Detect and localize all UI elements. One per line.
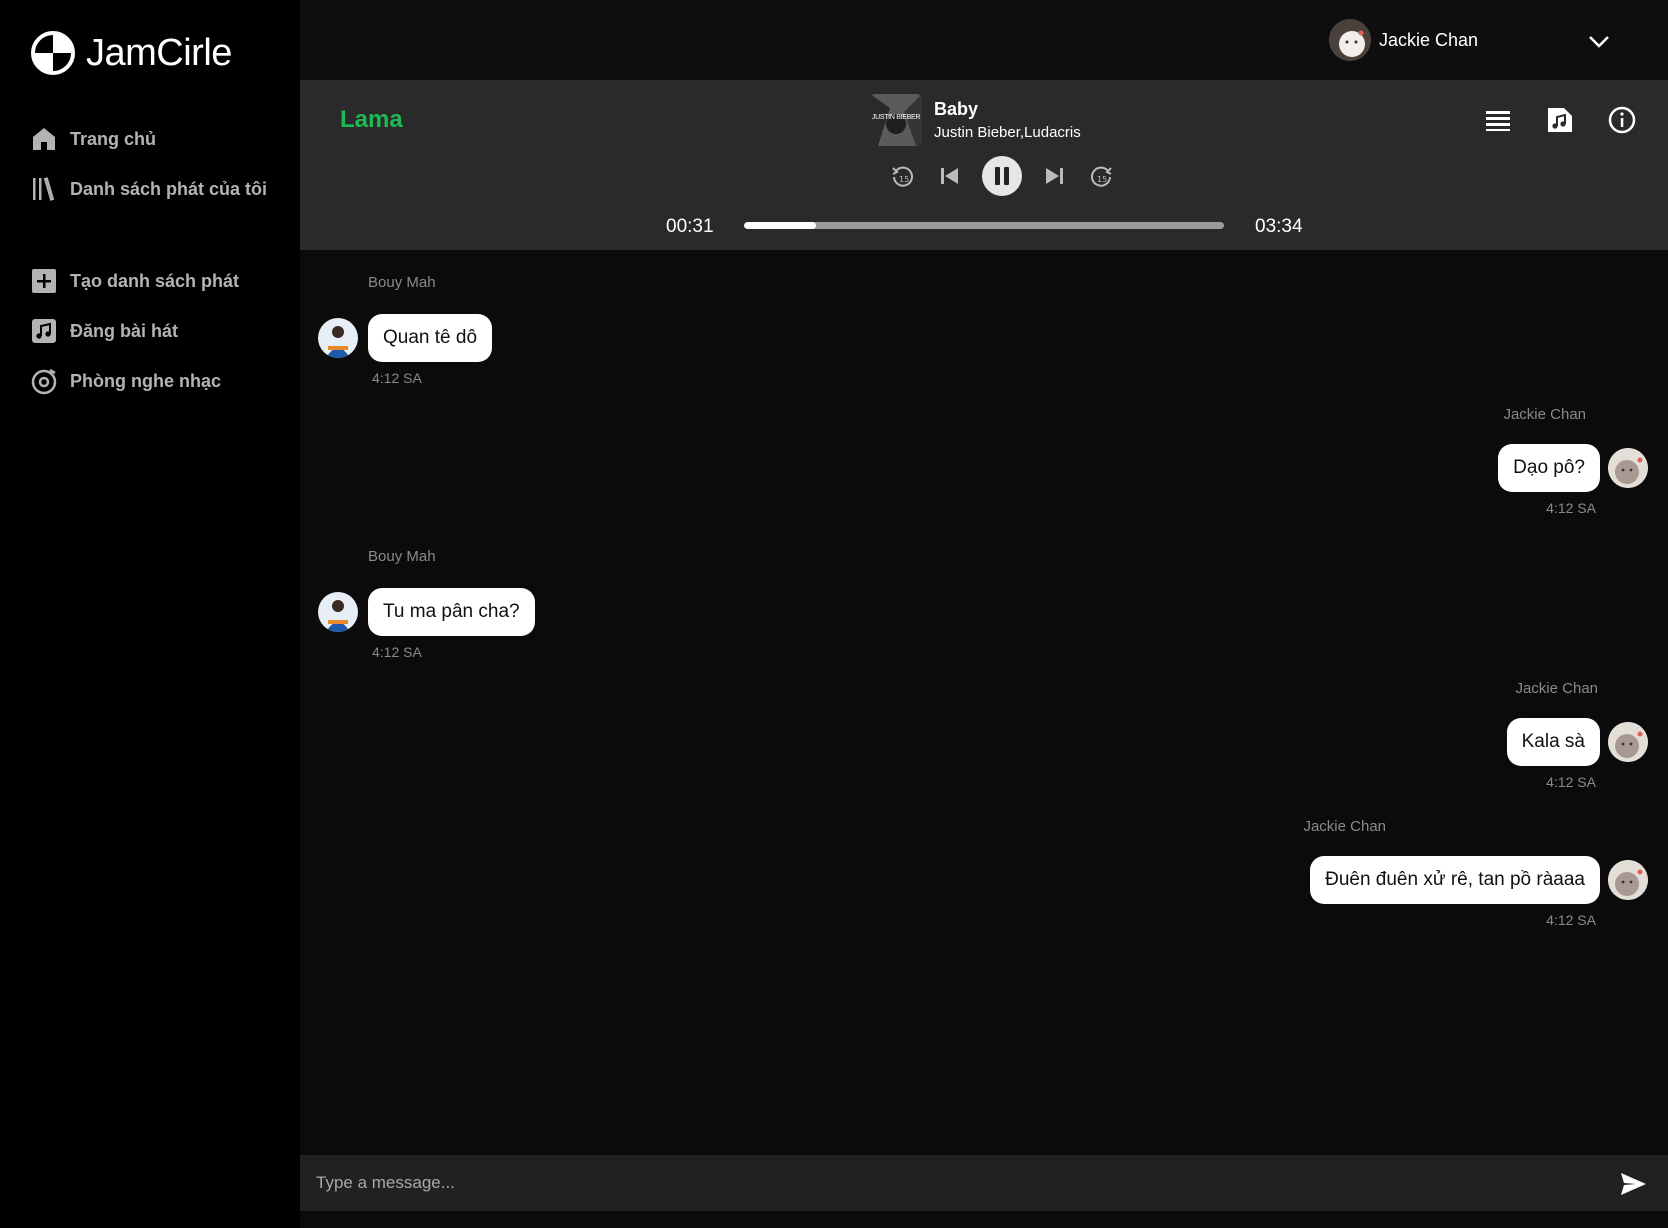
- message-time: 4:12 SA: [372, 644, 422, 660]
- current-time: 00:31: [666, 216, 714, 237]
- message-bubble: Kala sà: [1506, 718, 1600, 766]
- chat-messages: Bouy Mah Quan tê dô 4:12 SA Jackie Chan: [300, 250, 1668, 1155]
- album-cover-label: JUSTIN BIEBER: [871, 114, 921, 121]
- nav-item-my-playlists[interactable]: Danh sách phát của tôi: [30, 164, 290, 214]
- home-icon: [33, 128, 55, 150]
- sender-avatar: [318, 592, 358, 632]
- sender-avatar: [318, 318, 358, 358]
- logo-icon: [31, 31, 75, 75]
- app-name: JamCirle: [86, 31, 232, 74]
- message-sender: Bouy Mah: [368, 548, 436, 565]
- cat-avatar-icon: [1608, 860, 1648, 900]
- queue-list-icon[interactable]: [1482, 104, 1514, 136]
- user-avatar: [1328, 19, 1371, 61]
- boy-avatar-icon: [326, 600, 350, 632]
- nav-item-label: Tạo danh sách phát: [70, 270, 240, 291]
- info-icon[interactable]: [1606, 104, 1638, 136]
- message-time: 4:12 SA: [1546, 912, 1596, 928]
- message-sender: Jackie Chan: [1515, 680, 1598, 697]
- pause-button[interactable]: [982, 156, 1022, 196]
- total-time: 03:34: [1255, 216, 1303, 237]
- nav-item-listening-room[interactable]: Phòng nghe nhạc: [30, 356, 290, 406]
- pause-icon: [995, 167, 1000, 185]
- send-icon[interactable]: [1618, 1169, 1648, 1199]
- svg-text:15: 15: [899, 175, 909, 184]
- album-cover: JUSTIN BIEBER: [870, 94, 922, 146]
- message-time: 4:12 SA: [1546, 500, 1596, 516]
- previous-track-icon[interactable]: [936, 163, 962, 189]
- rewind-15-icon[interactable]: 15: [890, 163, 916, 189]
- pause-icon: [1004, 167, 1009, 185]
- message-item: Jackie Chan Dạo pô? 4:12 SA: [1048, 406, 1648, 516]
- message-time: 4:12 SA: [1546, 774, 1596, 790]
- player-actions: [1452, 104, 1638, 136]
- playback-controls: 15 15: [880, 156, 1124, 196]
- boy-avatar-icon: [326, 326, 350, 358]
- main-nav: Trang chủ Danh sách phát của tôi: [30, 114, 290, 214]
- logo[interactable]: JamCirle: [30, 30, 232, 76]
- nav-item-label: Danh sách phát của tôi: [70, 178, 268, 199]
- message-sender: Jackie Chan: [1503, 406, 1586, 423]
- disc-icon: [31, 368, 57, 395]
- music-player: Lama JUSTIN BIEBER Baby Justin Bieber,Lu…: [300, 80, 1668, 250]
- nav-item-label: Phòng nghe nhạc: [70, 370, 221, 391]
- sender-avatar: [1608, 448, 1648, 488]
- chevron-down-icon[interactable]: [1586, 28, 1612, 54]
- message-item: Jackie Chan Đuên đuên xử rê, tan pồ ràaa…: [1048, 818, 1648, 928]
- user-menu[interactable]: Jackie Chan: [1328, 18, 1478, 62]
- message-bubble: Quan tê dô: [368, 314, 493, 362]
- nav-item-upload-song[interactable]: Đăng bài hát: [30, 306, 290, 356]
- progress-bar[interactable]: [744, 222, 1224, 229]
- music-note-icon: [32, 319, 56, 343]
- top-header: Jackie Chan: [300, 0, 1668, 80]
- message-composer: [300, 1155, 1668, 1211]
- sender-avatar: [1608, 722, 1648, 762]
- message-bubble: Tu ma pân cha?: [368, 588, 535, 636]
- message-sender: Jackie Chan: [1303, 818, 1386, 835]
- cat-avatar-icon: [1608, 722, 1648, 762]
- forward-15-icon[interactable]: 15: [1088, 163, 1114, 189]
- progress-fill: [744, 222, 816, 229]
- song-title: Baby: [934, 99, 979, 119]
- song-meta: Baby Justin Bieber,Ludacris: [934, 99, 1081, 141]
- plus-square-icon: [32, 269, 56, 293]
- sender-avatar: [1608, 860, 1648, 900]
- sidebar: JamCirle Trang chủ Danh sách phát của tô…: [0, 0, 300, 1228]
- message-input[interactable]: [300, 1155, 1600, 1211]
- message-time: 4:12 SA: [372, 370, 422, 386]
- nav-item-home[interactable]: Trang chủ: [30, 114, 290, 164]
- svg-text:15: 15: [1097, 175, 1107, 184]
- message-item: Jackie Chan Kala sà 4:12 SA: [1048, 680, 1648, 790]
- library-icon: [33, 177, 55, 201]
- cat-avatar-icon: [1328, 19, 1371, 61]
- next-track-icon[interactable]: [1042, 163, 1068, 189]
- nav-item-create-playlist[interactable]: Tạo danh sách phát: [30, 256, 290, 306]
- message-sender: Bouy Mah: [368, 274, 436, 291]
- app-root: JamCirle Trang chủ Danh sách phát của tô…: [0, 0, 1668, 1228]
- song-artist: Justin Bieber,Ludacris: [934, 124, 1081, 141]
- message-bubble: Đuên đuên xử rê, tan pồ ràaaa: [1310, 856, 1600, 904]
- message-bubble: Dạo pô?: [1498, 444, 1600, 492]
- action-nav: Tạo danh sách phát Đăng bài hát Phòng ng…: [30, 256, 290, 406]
- nav-item-label: Trang chủ: [70, 128, 157, 149]
- room-name: Lama: [340, 106, 403, 133]
- user-name: Jackie Chan: [1378, 29, 1478, 50]
- now-playing: JUSTIN BIEBER Baby Justin Bieber,Ludacri…: [870, 94, 1081, 146]
- nav-item-label: Đăng bài hát: [70, 320, 179, 341]
- cat-avatar-icon: [1608, 448, 1648, 488]
- music-file-icon[interactable]: [1544, 104, 1576, 136]
